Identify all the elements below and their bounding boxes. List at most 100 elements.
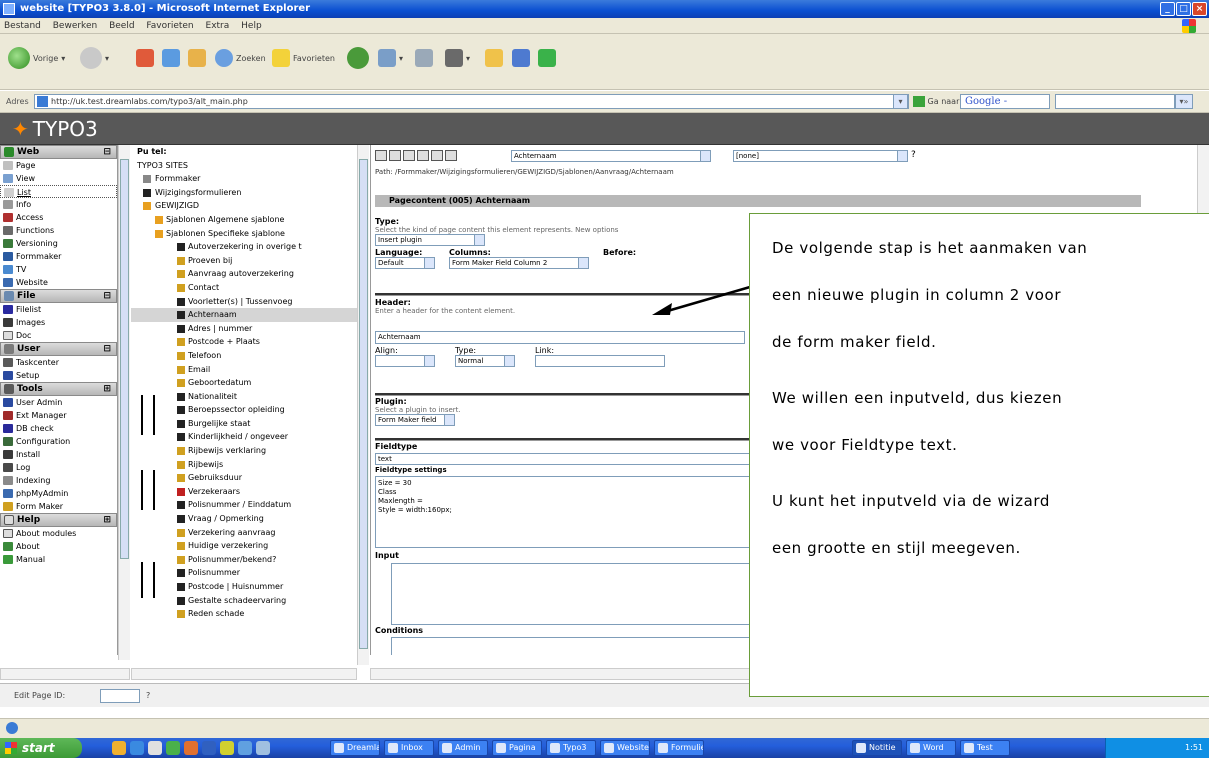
address-dropdown-button[interactable]: ▾ xyxy=(893,94,908,109)
taskbar-button[interactable]: Test xyxy=(960,740,1010,756)
language-view-select[interactable]: [none] xyxy=(733,150,908,162)
module-taskcenter[interactable]: Taskcenter xyxy=(0,356,117,369)
save-view-icon[interactable] xyxy=(389,150,401,161)
quicklaunch-icon[interactable] xyxy=(130,741,144,755)
research-button[interactable] xyxy=(538,44,556,72)
module-group-user[interactable]: User ⊟ xyxy=(0,342,117,356)
taskbar-button[interactable]: Website xyxy=(600,740,650,756)
menu-beeld[interactable]: Beeld xyxy=(109,21,134,31)
history-button[interactable] xyxy=(347,44,369,72)
module-group-help[interactable]: Help ⊞ xyxy=(0,513,117,527)
tree-item[interactable]: Formmaker xyxy=(131,172,368,186)
go-button[interactable]: Ga naar xyxy=(913,95,959,109)
tree-item[interactable]: Polisnummer xyxy=(131,566,368,580)
forward-button[interactable]: ▾ xyxy=(80,44,109,72)
tree-horizontal-scrollbar[interactable] xyxy=(131,668,357,680)
taskbar-button-active[interactable]: Notitie xyxy=(852,740,902,756)
tree-item[interactable]: Sjablonen Specifieke sjablone xyxy=(131,227,368,241)
stop-button[interactable] xyxy=(136,44,154,72)
module-ext-manager[interactable]: Ext Manager xyxy=(0,409,117,422)
help-icon[interactable]: ? xyxy=(146,684,150,708)
tree-item[interactable]: Polisnummer / Einddatum xyxy=(131,498,368,512)
module-list[interactable]: List xyxy=(0,185,117,198)
module-indexing[interactable]: Indexing xyxy=(0,474,117,487)
google-search-input[interactable] xyxy=(1055,94,1175,109)
tree-item[interactable]: Geboortedatum xyxy=(131,376,368,390)
tree-item[interactable]: Adres | nummer xyxy=(131,322,368,336)
back-button[interactable]: Vorige ▾ xyxy=(8,44,65,72)
messenger-button[interactable] xyxy=(512,44,530,72)
module-log[interactable]: Log xyxy=(0,461,117,474)
address-input[interactable]: http://uk.test.dreamlabs.com/typo3/alt_m… xyxy=(34,94,909,109)
favorites-button[interactable]: Favorieten xyxy=(272,44,335,72)
print-button[interactable] xyxy=(415,44,433,72)
quicklaunch-icon[interactable] xyxy=(166,741,180,755)
module-menu-scrollbar[interactable] xyxy=(118,145,130,660)
module-form-maker[interactable]: Form Maker xyxy=(0,500,117,513)
module-versioning[interactable]: Versioning xyxy=(0,237,117,250)
tree-item-selected[interactable]: Achternaam xyxy=(131,308,368,322)
scroll-thumb[interactable] xyxy=(120,159,129,559)
module-access[interactable]: Access xyxy=(0,211,117,224)
tree-item[interactable]: Email xyxy=(131,363,368,377)
quicklaunch-icon[interactable] xyxy=(220,741,234,755)
tree-item[interactable]: Verzekeraars xyxy=(131,485,368,499)
language-select[interactable]: Default xyxy=(375,257,435,269)
module-website[interactable]: Website xyxy=(0,276,117,289)
tree-item[interactable]: Burgelijke staat xyxy=(131,417,368,431)
close-button[interactable]: × xyxy=(1192,2,1207,16)
content-horizontal-scrollbar[interactable] xyxy=(370,668,750,680)
tree-item[interactable]: Beroepssector opleiding xyxy=(131,403,368,417)
module-page[interactable]: Page xyxy=(0,159,117,172)
quicklaunch-icon[interactable] xyxy=(202,741,216,755)
save-icon[interactable] xyxy=(375,150,387,161)
align-select[interactable] xyxy=(375,355,435,367)
menu-bestand[interactable]: Bestand xyxy=(4,21,41,31)
page-tree-scrollbar[interactable] xyxy=(357,145,369,665)
module-doc[interactable]: Doc xyxy=(0,329,117,342)
module-user-admin[interactable]: User Admin xyxy=(0,396,117,409)
menu-favorieten[interactable]: Favorieten xyxy=(146,21,193,31)
module-about[interactable]: About xyxy=(0,540,117,553)
plugin-select[interactable]: Form Maker field xyxy=(375,414,455,426)
tree-item[interactable]: Huidige verzekering xyxy=(131,539,368,553)
tree-item[interactable]: Wijzigingsformulieren xyxy=(131,186,368,200)
tree-item[interactable]: Kinderlijkheid / ongeveer xyxy=(131,430,368,444)
tree-item[interactable]: Sjablonen Algemene sjablone xyxy=(131,213,368,227)
taskbar-button[interactable]: Formulier xyxy=(654,740,704,756)
module-group-file[interactable]: File ⊟ xyxy=(0,289,117,303)
conditions-textarea[interactable] xyxy=(391,637,755,655)
tree-item[interactable]: Rijbewijs verklaring xyxy=(131,444,368,458)
save-close-icon[interactable] xyxy=(403,150,415,161)
refresh-button[interactable] xyxy=(162,44,180,72)
tree-item[interactable]: Nationaliteit xyxy=(131,390,368,404)
module-configuration[interactable]: Configuration xyxy=(0,435,117,448)
taskbar-button[interactable]: Inbox xyxy=(384,740,434,756)
module-group-web[interactable]: Web ⊟ xyxy=(0,145,117,159)
tree-item[interactable]: Verzekering aanvraag xyxy=(131,526,368,540)
tree-item[interactable]: Vraag / Opmerking xyxy=(131,512,368,526)
module-manual[interactable]: Manual xyxy=(0,553,117,566)
mail-button[interactable]: ▾ xyxy=(378,44,403,72)
tree-item[interactable]: Voorletter(s) | Tussenvoeg xyxy=(131,295,368,309)
menu-extra[interactable]: Extra xyxy=(206,21,230,31)
quicklaunch-icon[interactable] xyxy=(148,741,162,755)
help-icon[interactable]: ? xyxy=(911,150,916,160)
tree-item[interactable]: Gestalte schadeervaring xyxy=(131,594,368,608)
start-button[interactable]: start xyxy=(0,738,82,758)
home-button[interactable] xyxy=(188,44,206,72)
module-db-check[interactable]: DB check xyxy=(0,422,117,435)
minimize-button[interactable]: _ xyxy=(1160,2,1175,16)
taskbar-button[interactable]: Dreamlabs xyxy=(330,740,380,756)
undo-icon[interactable] xyxy=(431,150,443,161)
search-button[interactable]: Zoeken xyxy=(215,44,266,72)
quicklaunch-icon[interactable] xyxy=(184,741,198,755)
tree-item[interactable]: Polisnummer/bekend? xyxy=(131,553,368,567)
quicklaunch-icon[interactable] xyxy=(112,741,126,755)
tree-item[interactable]: Rijbewijs xyxy=(131,458,368,472)
quicklaunch-icon[interactable] xyxy=(256,741,270,755)
taskbar-button[interactable]: Word xyxy=(906,740,956,756)
fieldtype-settings-textarea[interactable]: Size = 30 Class Maxlength = Style = widt… xyxy=(375,476,755,548)
module-phpmyadmin[interactable]: phpMyAdmin xyxy=(0,487,117,500)
taskbar-button[interactable]: Typo3 xyxy=(546,740,596,756)
